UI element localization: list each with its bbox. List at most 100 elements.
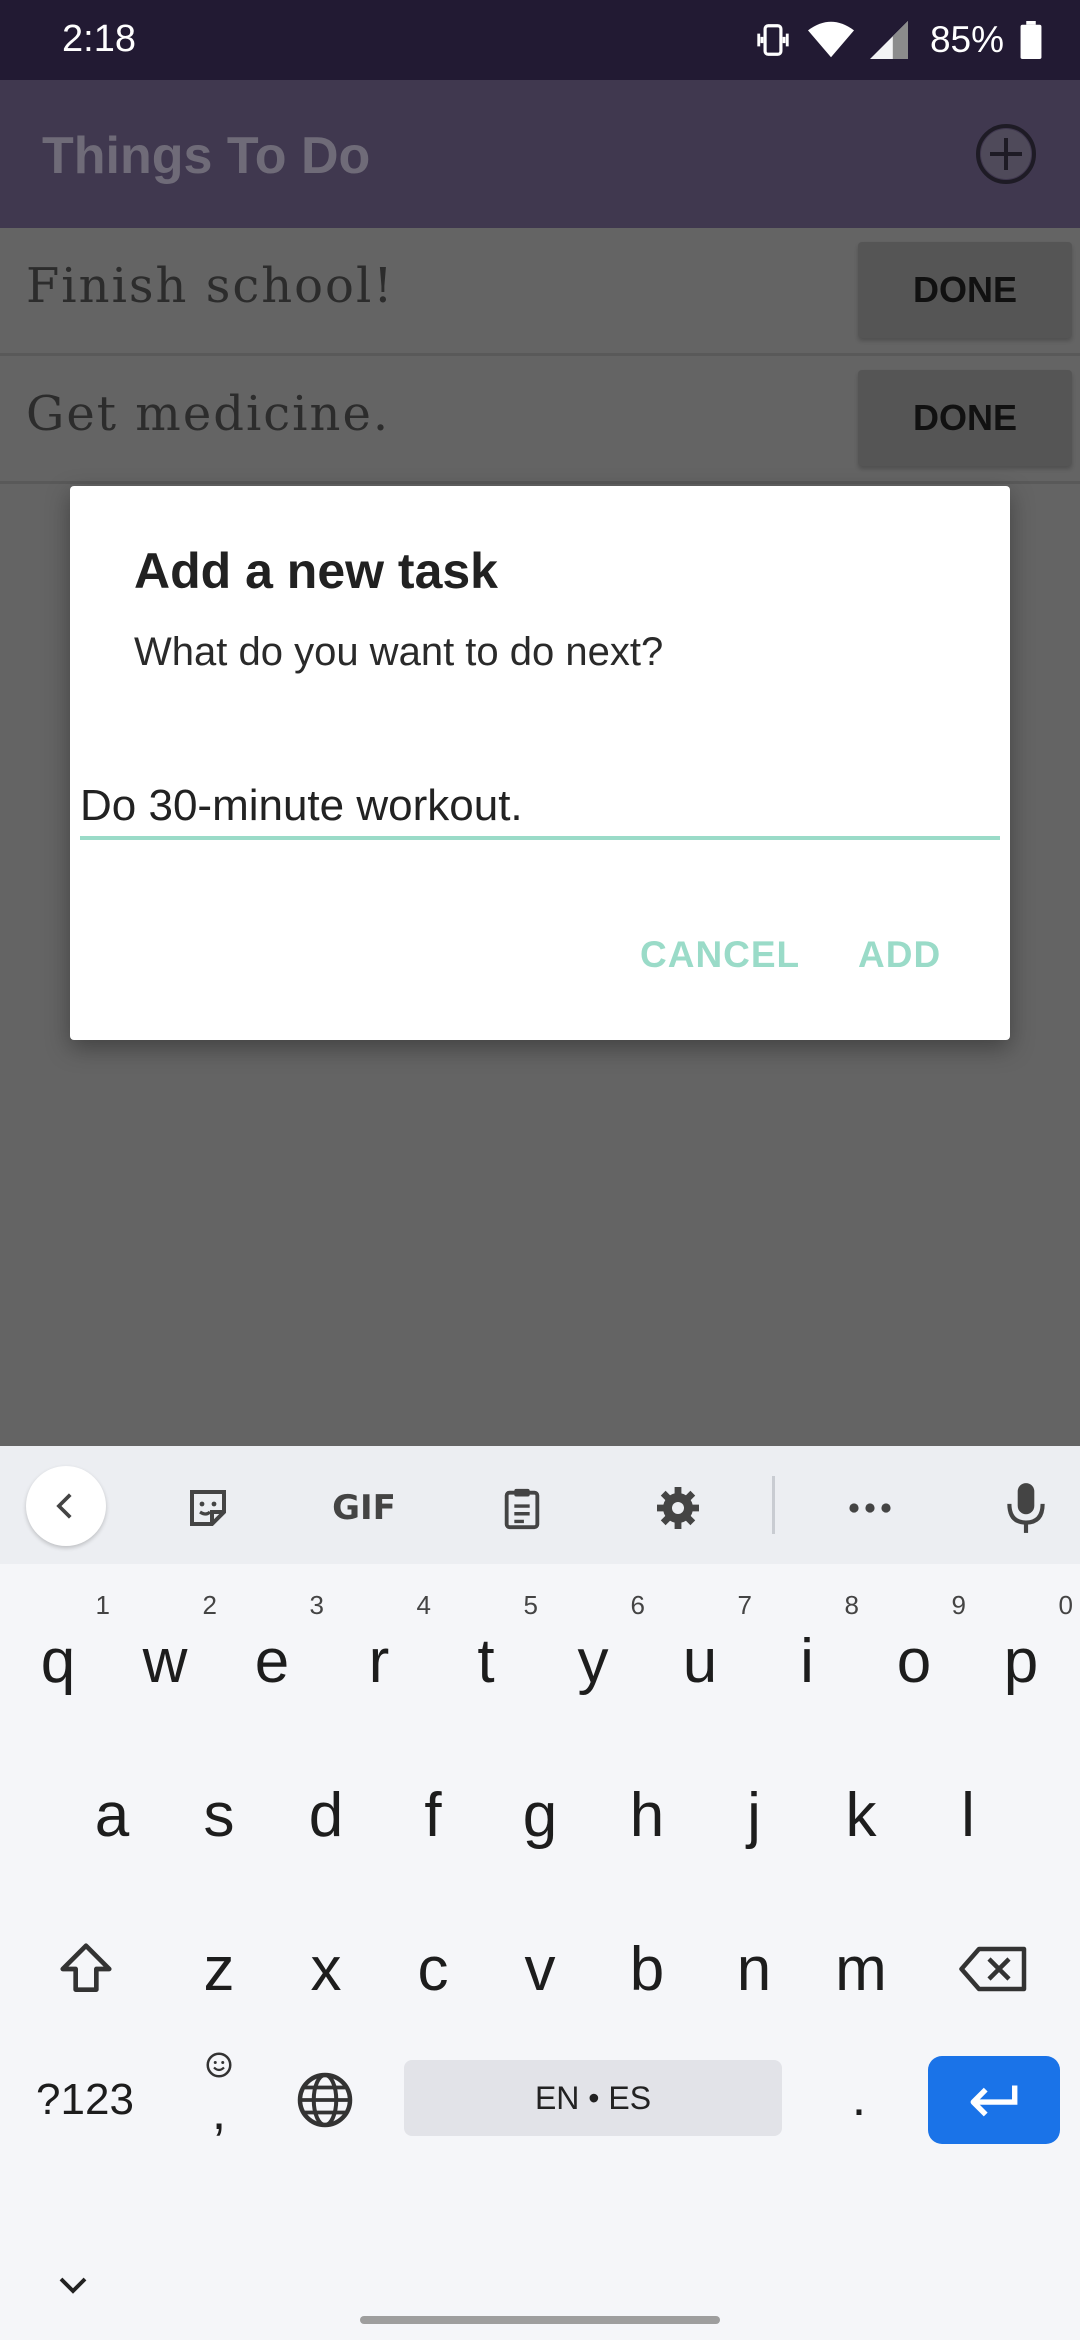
status-time: 2:18: [62, 18, 136, 60]
key-p[interactable]: p0: [967, 1590, 1075, 1726]
enter-icon: [970, 2085, 1018, 2117]
key-j[interactable]: j: [700, 1750, 808, 1880]
microphone-icon: [1007, 1483, 1045, 1533]
key-u[interactable]: u7: [646, 1590, 754, 1726]
key-m[interactable]: m: [807, 1904, 915, 2034]
backspace-key[interactable]: [932, 1904, 1056, 2034]
key-hint: 4: [416, 1590, 431, 1620]
key-f[interactable]: f: [379, 1750, 487, 1880]
period-key[interactable]: .: [812, 2048, 906, 2148]
key-hint: 7: [737, 1590, 752, 1620]
key-k[interactable]: k: [807, 1750, 915, 1880]
key-label: e: [254, 1626, 290, 1696]
key-o[interactable]: o9: [860, 1590, 968, 1726]
task-row: Get medicine. DONE: [0, 356, 1080, 484]
key-label: p: [1003, 1626, 1039, 1696]
sticker-icon: [190, 1490, 226, 1526]
gear-icon: [657, 1487, 699, 1529]
battery-percentage: 85%: [929, 19, 1004, 60]
clipboard-icon: [504, 1488, 540, 1530]
key-t[interactable]: t5: [432, 1590, 540, 1726]
navigation-handle[interactable]: [360, 2316, 720, 2324]
app-bar: Things To Do: [0, 80, 1080, 228]
add-task-dialog: Add a new task What do you want to do ne…: [70, 486, 1010, 1040]
shift-icon: [60, 1943, 112, 1992]
key-h[interactable]: h: [593, 1750, 701, 1880]
key-label: w: [142, 1626, 188, 1696]
add-circle-icon: [976, 124, 1036, 184]
language-key[interactable]: [286, 2060, 364, 2140]
key-s[interactable]: s: [165, 1750, 273, 1880]
key-hint: 8: [844, 1590, 859, 1620]
gif-label: GIF: [332, 1488, 396, 1528]
add-task-button[interactable]: [972, 120, 1040, 188]
space-key[interactable]: EN • ES: [404, 2060, 782, 2136]
emoji-icon: [206, 2052, 232, 2078]
key-c[interactable]: c: [379, 1904, 487, 2034]
more-horizontal-icon: [849, 1503, 891, 1513]
shift-key[interactable]: [26, 1904, 146, 2034]
key-label: u: [682, 1626, 718, 1696]
comma-emoji-key[interactable]: ,: [176, 2036, 262, 2156]
dialog-message: What do you want to do next?: [134, 630, 664, 674]
hide-keyboard-button[interactable]: [50, 2262, 96, 2308]
key-e[interactable]: e3: [218, 1590, 326, 1726]
key-hint: 2: [202, 1590, 217, 1620]
key-v[interactable]: v: [486, 1904, 594, 2034]
key-hint: 1: [95, 1590, 110, 1620]
app-title: Things To Do: [42, 127, 371, 185]
keyboard-collapse-button[interactable]: [26, 1466, 106, 1546]
key-label: y: [577, 1626, 609, 1696]
chevron-down-icon: [59, 2277, 87, 2294]
key-label: q: [40, 1626, 76, 1696]
more-options-button[interactable]: [832, 1470, 908, 1546]
key-l[interactable]: l: [914, 1750, 1022, 1880]
key-x[interactable]: x: [272, 1904, 380, 2034]
settings-button[interactable]: [640, 1470, 716, 1546]
key-hint: 9: [951, 1590, 966, 1620]
status-icons: 85%: [754, 16, 1042, 64]
backspace-icon: [959, 1946, 1027, 1992]
cancel-button[interactable]: CANCEL: [640, 934, 800, 976]
task-text: Get medicine.: [26, 386, 391, 442]
key-hint: 3: [309, 1590, 324, 1620]
battery-icon: [1020, 21, 1042, 59]
globe-icon: [297, 2072, 353, 2128]
gif-button[interactable]: GIF: [326, 1470, 402, 1546]
voice-input-button[interactable]: [988, 1470, 1064, 1546]
sticker-button[interactable]: [170, 1470, 246, 1546]
symbols-key[interactable]: ?123: [20, 2060, 150, 2140]
clipboard-button[interactable]: [484, 1470, 560, 1546]
key-r[interactable]: r4: [325, 1590, 433, 1726]
done-button[interactable]: DONE: [858, 242, 1072, 338]
key-b[interactable]: b: [593, 1904, 701, 2034]
key-g[interactable]: g: [486, 1750, 594, 1880]
key-hint: 0: [1058, 1590, 1073, 1620]
keyboard: GIF q1 w2 e3 r4 t5 y6 u7 i8 o9 p0 a s d …: [0, 1446, 1080, 2340]
comma-label: ,: [211, 2083, 227, 2141]
dialog-title: Add a new task: [134, 543, 498, 599]
chevron-left-icon: [56, 1493, 72, 1519]
key-d[interactable]: d: [272, 1750, 380, 1880]
key-a[interactable]: a: [58, 1750, 166, 1880]
key-label: o: [896, 1626, 932, 1696]
vibrate-icon: [757, 24, 789, 56]
task-input[interactable]: [80, 776, 1000, 840]
key-q[interactable]: q1: [4, 1590, 112, 1726]
enter-key[interactable]: [928, 2056, 1060, 2144]
key-label: r: [368, 1626, 390, 1696]
done-button[interactable]: DONE: [858, 370, 1072, 466]
key-label: t: [477, 1626, 495, 1696]
key-y[interactable]: y6: [539, 1590, 647, 1726]
key-n[interactable]: n: [700, 1904, 808, 2034]
signal-icon: [869, 21, 908, 59]
keyboard-toolbar: GIF: [0, 1446, 1080, 1564]
key-hint: 5: [523, 1590, 538, 1620]
add-button[interactable]: ADD: [858, 934, 941, 976]
key-w[interactable]: w2: [111, 1590, 219, 1726]
wifi-icon: [807, 21, 854, 58]
key-hint: 6: [630, 1590, 645, 1620]
key-label: i: [800, 1626, 814, 1696]
key-z[interactable]: z: [165, 1904, 273, 2034]
key-i[interactable]: i8: [753, 1590, 861, 1726]
